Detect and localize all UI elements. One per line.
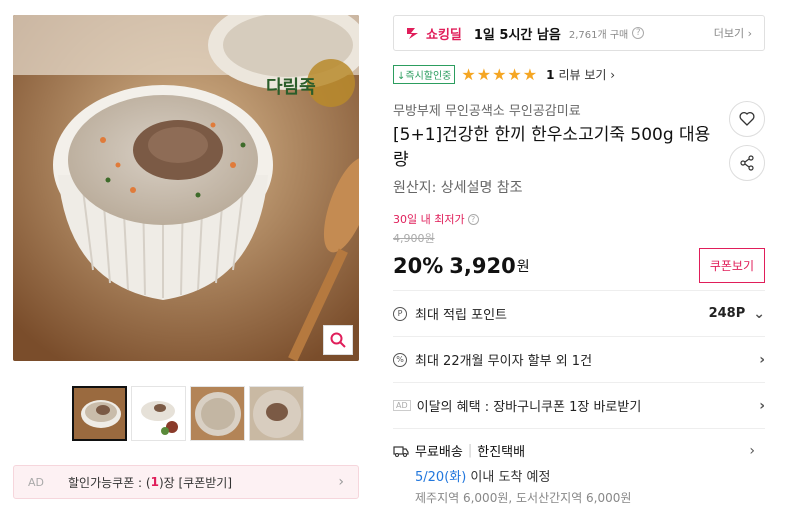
thumbnail-4[interactable] (249, 386, 304, 441)
instant-discount-badge: ↓즉시할인중 (393, 65, 456, 84)
product-origin: 원산지: 상세설명 참조 (393, 180, 523, 196)
thumbnail-1[interactable] (72, 386, 127, 441)
help-icon[interactable]: ? (467, 213, 479, 225)
point-icon: P (393, 306, 407, 321)
free-shipping-label: 무료배송 (415, 445, 463, 460)
help-icon[interactable]: ? (632, 27, 645, 39)
chevron-right-icon: › (759, 351, 765, 368)
wishlist-button[interactable] (729, 101, 765, 137)
chevron-right-icon: › (759, 397, 765, 414)
rating-row: ↓즉시할인중 ★★★★★ 1 리뷰 보기 › (393, 65, 765, 84)
product-title: [5+1]건강한 한끼 한우소고기죽 500g 대용량 (393, 125, 711, 170)
currency-unit: 원 (516, 258, 530, 275)
time-remaining: 1일 5시간 남음 (473, 27, 561, 43)
monthly-benefit-row[interactable]: AD 이달의 혜택 : 장바구니쿠폰 1장 바로받기 › (393, 382, 765, 428)
review-link[interactable]: 리뷰 보기 › (558, 66, 615, 83)
ad-label: AD (28, 475, 44, 489)
discount-rate: 20% (393, 253, 444, 278)
original-price: 4,900원 (393, 232, 435, 245)
coupon-label-pre: 할인가능쿠폰 : ( (68, 475, 151, 490)
installment-row[interactable]: % 최대 22개월 무이자 할부 외 1건 › (393, 336, 765, 382)
review-count: 1 (546, 67, 555, 82)
installment-label: 최대 22개월 무이자 할부 외 1건 (415, 354, 593, 369)
extra-shipping-fees: 제주지역 6,000원, 도서산간지역 6,000원 (415, 491, 632, 505)
thumbnail-list (72, 386, 304, 441)
heart-icon (739, 111, 755, 126)
more-link[interactable]: 더보기 › (714, 25, 752, 41)
brand-logo: 다림죽 (261, 55, 359, 110)
points-label: 최대 적립 포인트 (415, 308, 507, 323)
ad-coupon-banner[interactable]: AD 할인가능쿠폰 : (1)장 [쿠폰받기] › (13, 465, 359, 499)
zoom-button[interactable] (323, 325, 353, 355)
star-rating: ★★★★★ (461, 65, 539, 84)
chevron-down-icon: ⌄ (753, 305, 765, 322)
share-button[interactable] (729, 145, 765, 181)
coupon-count: 1 (150, 475, 159, 489)
chevron-right-icon: › (338, 474, 344, 490)
shipping-info[interactable]: 무료배송 | 한진택배 5/20(화) 이내 도착 예정 제주지역 6,000원… (393, 428, 765, 506)
price-row: 20% 3,920 원 쿠폰보기 (393, 248, 765, 283)
search-icon (330, 332, 346, 348)
shocking-deal-bar[interactable]: 쇼킹딜 1일 5시간 남음 2,761개 구매 ? 더보기 › (393, 15, 765, 51)
coupon-view-button[interactable]: 쿠폰보기 (698, 248, 765, 283)
side-actions (729, 101, 765, 181)
shocking-deal-logo: 쇼킹딜 (406, 24, 462, 43)
share-icon (740, 155, 754, 171)
points-row[interactable]: P 최대 적립 포인트 248P ⌄ (393, 290, 765, 336)
brand-text: 다림죽 (266, 77, 316, 98)
product-info: 쇼킹딜 1일 5시간 남음 2,761개 구매 ? 더보기 › ↓즉시할인중 ★… (393, 15, 765, 283)
monthly-benefit-label: 이달의 혜택 : 장바구니쿠폰 1장 바로받기 (416, 400, 642, 415)
ad-tag: AD (393, 400, 411, 411)
thumbnail-2[interactable] (131, 386, 186, 441)
coupon-label-post: )장 [쿠폰받기] (158, 475, 233, 490)
purchase-count: 2,761개 구매 (568, 29, 629, 41)
benefit-rows: P 최대 적립 포인트 248P ⌄ % 최대 22개월 무이자 할부 외 1건 … (393, 290, 765, 506)
carrier-name: 한진택배 (477, 445, 526, 460)
product-subtitle: 무방부제 무인공색소 무인공감미료 (393, 104, 581, 119)
truck-icon (393, 445, 409, 457)
chevron-right-icon: › (749, 443, 755, 459)
deal-arrow-icon (407, 28, 418, 39)
main-product-image[interactable]: 다림죽 (13, 15, 359, 361)
delivery-date: 5/20(화) 이내 도착 예정 (415, 470, 551, 485)
percent-icon: % (393, 352, 407, 367)
thumbnail-3[interactable] (190, 386, 245, 441)
lowest-price-label: 30일 내 최저가 ? (393, 211, 765, 227)
sale-price: 3,920 (449, 253, 516, 278)
points-value: 248P (708, 306, 746, 321)
